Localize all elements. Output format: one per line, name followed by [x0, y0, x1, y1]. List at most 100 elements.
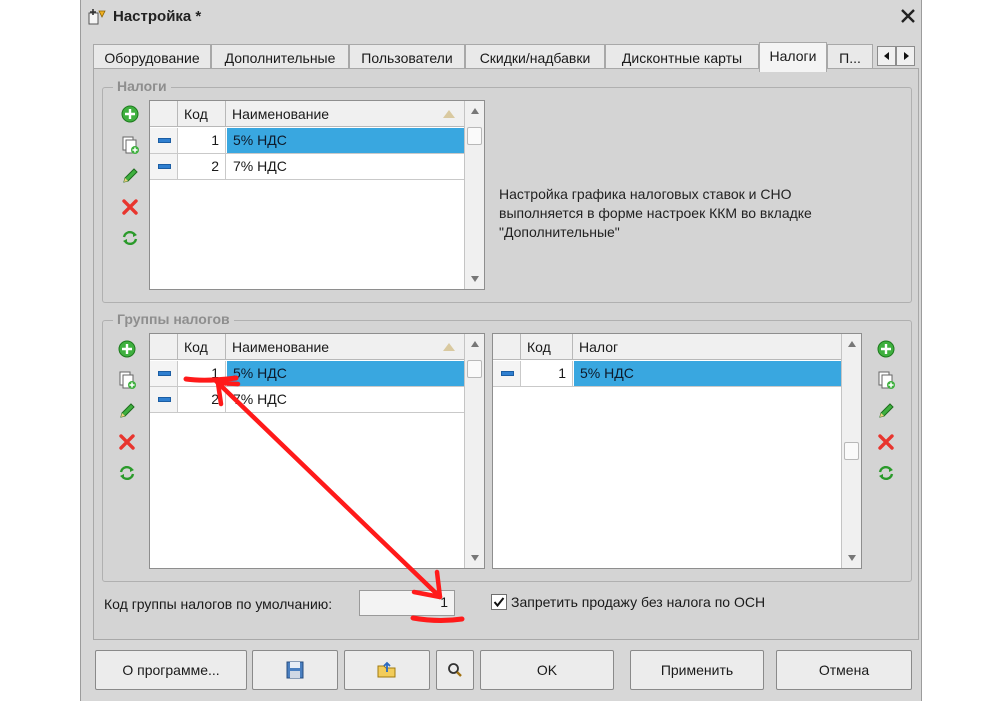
apply-button[interactable]: Применить	[630, 650, 764, 690]
column-header-name[interactable]: Наименование	[226, 334, 464, 360]
tab-users[interactable]: Пользователи	[349, 44, 465, 70]
row-code: 1	[521, 361, 573, 386]
tax-groups-toolbar	[117, 339, 141, 494]
scroll-thumb[interactable]	[844, 442, 859, 460]
group-taxes-grid: Код Налог 1 5% НДС	[492, 333, 862, 569]
tax-groups-grid-scrollbar[interactable]	[464, 334, 484, 568]
refresh-icon[interactable]	[120, 228, 140, 248]
row-name: 7% НДС	[233, 158, 287, 174]
tax-groups-grid-header: Код Наименование	[150, 334, 464, 360]
tab-taxes[interactable]: Налоги	[759, 42, 827, 72]
row-name: 5% НДС	[227, 361, 464, 386]
scroll-down-icon[interactable]	[465, 548, 484, 568]
copy-icon[interactable]	[117, 370, 137, 390]
row-tax: 5% НДС	[574, 361, 841, 386]
tax-groups-group: Группы налогов Код Наименование 1 5% НДС…	[102, 311, 912, 582]
add-icon[interactable]	[876, 339, 896, 359]
tab-strip: Оборудование Дополнительные Пользователи…	[93, 42, 917, 72]
table-row[interactable]: 2 7% НДС	[150, 387, 464, 413]
table-row[interactable]: 1 5% НДС	[150, 128, 464, 154]
tab-label: Пользователи	[361, 50, 453, 66]
info-line: "Дополнительные"	[499, 224, 620, 240]
tab-discount-cards[interactable]: Дисконтные карты	[605, 44, 759, 70]
edit-icon[interactable]	[876, 401, 896, 421]
scroll-thumb[interactable]	[467, 127, 482, 145]
refresh-icon[interactable]	[117, 463, 137, 483]
copy-icon[interactable]	[120, 135, 140, 155]
row-code: 1	[178, 361, 226, 386]
scroll-up-icon[interactable]	[465, 101, 484, 121]
table-row[interactable]: 1 5% НДС	[493, 361, 841, 387]
column-header-code[interactable]: Код	[178, 101, 226, 127]
checkbox-box[interactable]	[491, 594, 507, 610]
delete-icon[interactable]	[117, 432, 137, 452]
row-name: 5% НДС	[227, 128, 464, 153]
edit-icon[interactable]	[120, 166, 140, 186]
copy-icon[interactable]	[876, 370, 896, 390]
row-name: 7% НДС	[233, 391, 287, 407]
delete-icon[interactable]	[876, 432, 896, 452]
scroll-down-icon[interactable]	[465, 269, 484, 289]
window-title: Настройка *	[113, 8, 202, 25]
tab-label: Налоги	[769, 48, 817, 64]
tab-label: Дисконтные карты	[621, 50, 743, 66]
table-row[interactable]: 2 7% НДС	[150, 154, 464, 180]
row-indicator-icon	[150, 128, 178, 153]
about-button[interactable]: О программе...	[95, 650, 247, 690]
cancel-button[interactable]: Отмена	[776, 650, 912, 690]
forbid-no-tax-checkbox[interactable]: Запретить продажу без налога по ОСН	[491, 594, 765, 610]
save-button[interactable]	[252, 650, 338, 690]
group-taxes-toolbar	[876, 339, 900, 494]
default-group-input[interactable]: 1	[359, 590, 455, 616]
taxes-grid-scrollbar[interactable]	[464, 101, 484, 289]
title-bar: Настройка *	[81, 0, 921, 34]
row-indicator-icon	[150, 361, 178, 386]
tab-scroll-right-icon[interactable]	[896, 46, 915, 66]
add-icon[interactable]	[120, 104, 140, 124]
forbid-no-tax-label: Запретить продажу без налога по ОСН	[511, 594, 766, 610]
settings-window: Настройка * Оборудование Дополнительные …	[80, 0, 922, 701]
tab-additional[interactable]: Дополнительные	[211, 44, 349, 70]
search-icon	[448, 663, 462, 677]
tab-discounts[interactable]: Скидки/надбавки	[465, 44, 605, 70]
scroll-down-icon[interactable]	[842, 548, 861, 568]
close-icon[interactable]	[897, 5, 919, 27]
tab-scroll-left-icon[interactable]	[877, 46, 896, 66]
taxes-grid-header: Код Наименование	[150, 101, 464, 127]
delete-icon[interactable]	[120, 197, 140, 217]
tab-scroll-buttons	[877, 46, 915, 66]
settings-icon	[88, 9, 106, 25]
scroll-thumb[interactable]	[467, 360, 482, 378]
sort-icon	[443, 343, 455, 351]
tax-info-text: Настройка графика налоговых ставок и СНО…	[499, 185, 879, 242]
header-indicator	[493, 334, 521, 360]
checkmark-icon	[493, 597, 505, 608]
header-indicator	[150, 101, 178, 127]
taxes-grid: Код Наименование 1 5% НДС 2 7% НДС	[149, 100, 485, 290]
refresh-icon[interactable]	[876, 463, 896, 483]
open-button[interactable]	[344, 650, 430, 690]
tab-equipment[interactable]: Оборудование	[93, 44, 211, 70]
scroll-up-icon[interactable]	[842, 334, 861, 354]
column-header-code[interactable]: Код	[178, 334, 226, 360]
column-header-code[interactable]: Код	[521, 334, 573, 360]
table-row[interactable]: 1 5% НДС	[150, 361, 464, 387]
tax-groups-grid: Код Наименование 1 5% НДС 2 7% НДС	[149, 333, 485, 569]
header-indicator	[150, 334, 178, 360]
tax-groups-legend: Группы налогов	[113, 311, 234, 327]
scroll-up-icon[interactable]	[465, 334, 484, 354]
tab-more[interactable]: П...	[827, 44, 873, 70]
search-button[interactable]	[436, 650, 474, 690]
edit-icon[interactable]	[117, 401, 137, 421]
default-group-label: Код группы налогов по умолчанию:	[104, 596, 333, 612]
ok-button[interactable]: OK	[480, 650, 614, 690]
row-code: 1	[178, 128, 226, 153]
row-indicator-icon	[493, 361, 521, 386]
column-header-name[interactable]: Наименование	[226, 101, 464, 127]
group-taxes-grid-scrollbar[interactable]	[841, 334, 861, 568]
group-taxes-grid-header: Код Налог	[493, 334, 841, 360]
add-icon[interactable]	[117, 339, 137, 359]
info-line: Настройка графика налоговых ставок и СНО	[499, 186, 792, 202]
column-header-tax[interactable]: Налог	[573, 334, 841, 360]
column-header-name-label: Наименование	[232, 339, 330, 355]
